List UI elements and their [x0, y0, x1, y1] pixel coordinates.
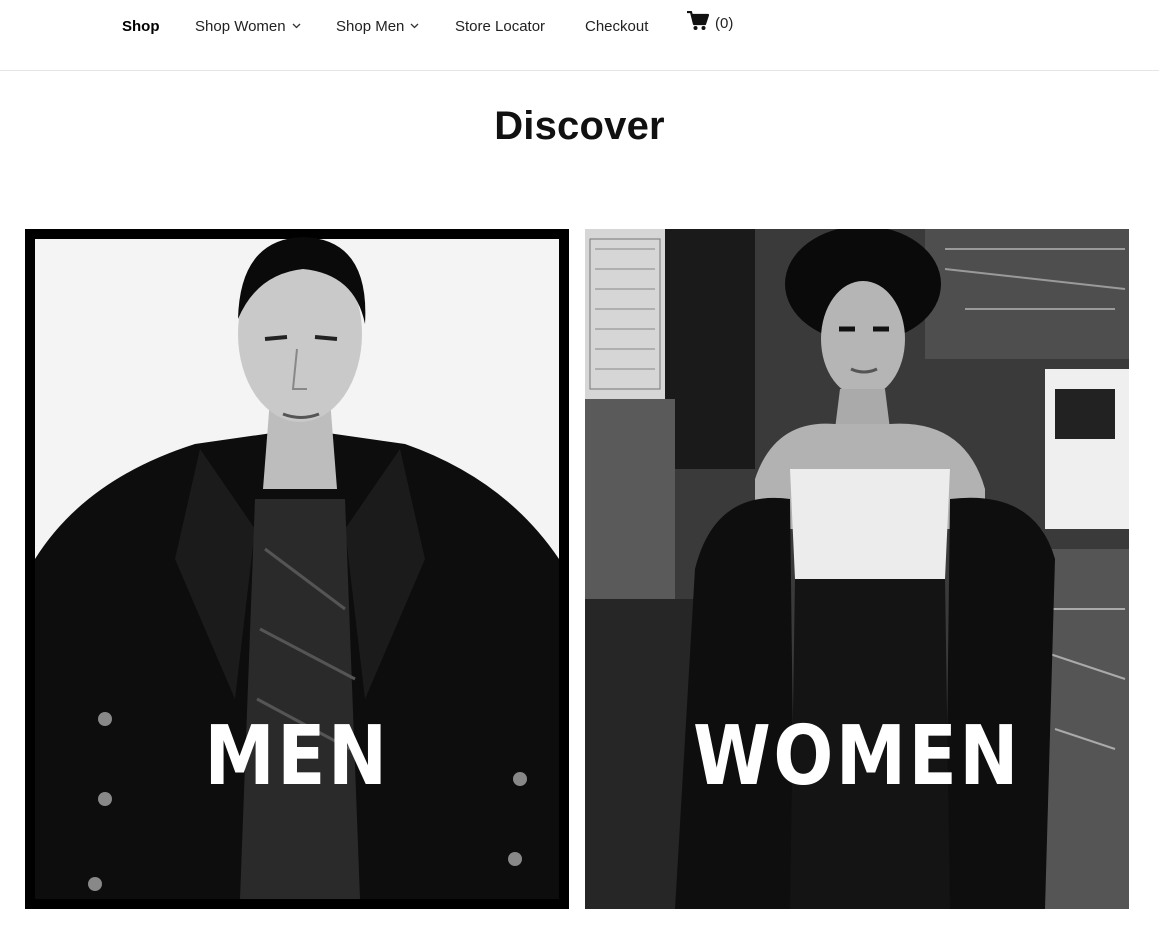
cart-link[interactable]: (0) [687, 10, 734, 35]
nav-item-shop[interactable]: Shop [122, 16, 160, 36]
cart-count: (0) [715, 14, 734, 32]
nav-item-label: Store Locator [455, 17, 546, 35]
nav-item-label: Shop Women [195, 17, 286, 35]
nav-item-checkout[interactable]: Checkout [585, 16, 648, 36]
nav-item-store-locator[interactable]: Store Locator [455, 16, 545, 36]
page-title: Discover [494, 104, 665, 148]
nav-item-label: Shop [122, 17, 160, 35]
women-category-tile[interactable]: WOMEN [585, 229, 1129, 909]
top-navigation: Shop Shop Women Shop Men Store Locator C… [0, 0, 1159, 71]
men-tile-label: MEN [204, 709, 390, 804]
chevron-down-icon [292, 23, 301, 29]
nav-item-label: Shop Men [336, 17, 405, 35]
women-tile-label: WOMEN [692, 709, 1022, 804]
men-category-tile[interactable]: MEN [25, 229, 569, 909]
nav-item-label: Checkout [585, 17, 649, 35]
man-in-black-coat-photo [25, 229, 569, 909]
chevron-down-icon [410, 23, 419, 29]
nav-item-shop-men[interactable]: Shop Men [336, 16, 419, 36]
shopping-cart-icon [687, 10, 710, 35]
nav-item-shop-women[interactable]: Shop Women [195, 16, 301, 36]
woman-in-hat-photo [585, 229, 1129, 909]
